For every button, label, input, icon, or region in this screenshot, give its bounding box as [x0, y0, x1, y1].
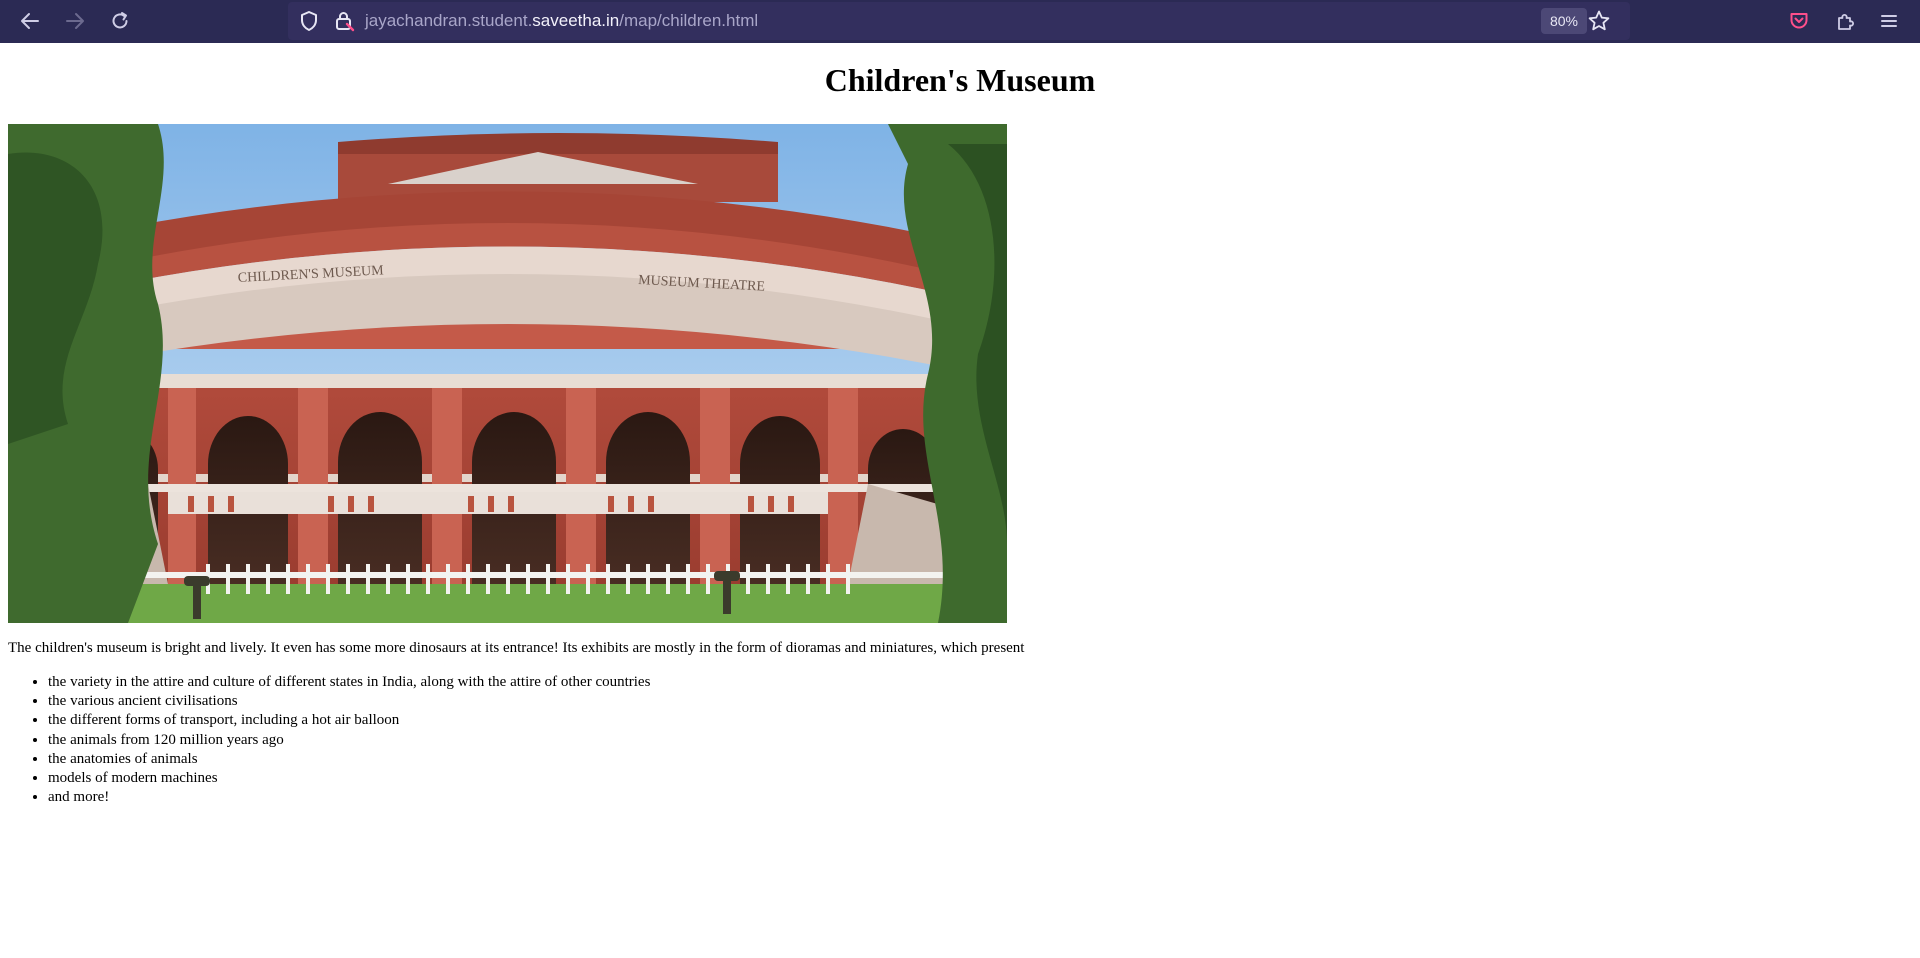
- extensions-icon: [1838, 14, 1854, 30]
- url-text[interactable]: jayachandran.student.saveetha.in/map/chi…: [365, 2, 758, 40]
- intro-paragraph: The children's museum is bright and live…: [8, 640, 1025, 656]
- address-bar[interactable]: jayachandran.student.saveetha.in/map/chi…: [288, 2, 1630, 40]
- pocket-button[interactable]: [1781, 4, 1817, 38]
- pocket-icon: [1790, 13, 1808, 29]
- list-item: the anatomies of animals: [48, 750, 650, 769]
- museum-photo: CHILDREN'S MUSEUM MUSEUM THEATRE: [8, 124, 1007, 623]
- reload-icon: [112, 12, 128, 29]
- shield-icon[interactable]: [298, 10, 320, 37]
- list-item: the variety in the attire and culture of…: [48, 673, 650, 692]
- url-path: /map/children.html: [619, 11, 759, 30]
- menu-button[interactable]: [1871, 4, 1907, 38]
- zoom-level-button[interactable]: 80%: [1541, 8, 1587, 34]
- url-domain: saveetha.in: [532, 11, 620, 30]
- url-prefix: jayachandran.student.: [365, 11, 533, 30]
- browser-toolbar: jayachandran.student.saveetha.in/map/chi…: [0, 0, 1920, 43]
- page-title: Children's Museum: [824, 62, 1096, 98]
- lock-icon[interactable]: [333, 10, 355, 37]
- exhibits-list: the variety in the attire and culture of…: [0, 673, 650, 807]
- list-item: and more!: [48, 788, 650, 807]
- list-item: the animals from 120 million years ago: [48, 731, 650, 750]
- back-button[interactable]: [12, 4, 48, 38]
- reload-button[interactable]: [102, 4, 138, 38]
- star-icon[interactable]: [1587, 9, 1611, 38]
- extensions-button[interactable]: [1827, 4, 1863, 38]
- forward-button[interactable]: [57, 4, 93, 38]
- list-item: the different forms of transport, includ…: [48, 711, 650, 730]
- list-item: the various ancient civilisations: [48, 692, 650, 711]
- menu-icon: [1881, 15, 1897, 27]
- back-arrow-icon: [21, 13, 39, 29]
- forward-arrow-icon: [66, 13, 84, 29]
- list-item: models of modern machines: [48, 769, 650, 788]
